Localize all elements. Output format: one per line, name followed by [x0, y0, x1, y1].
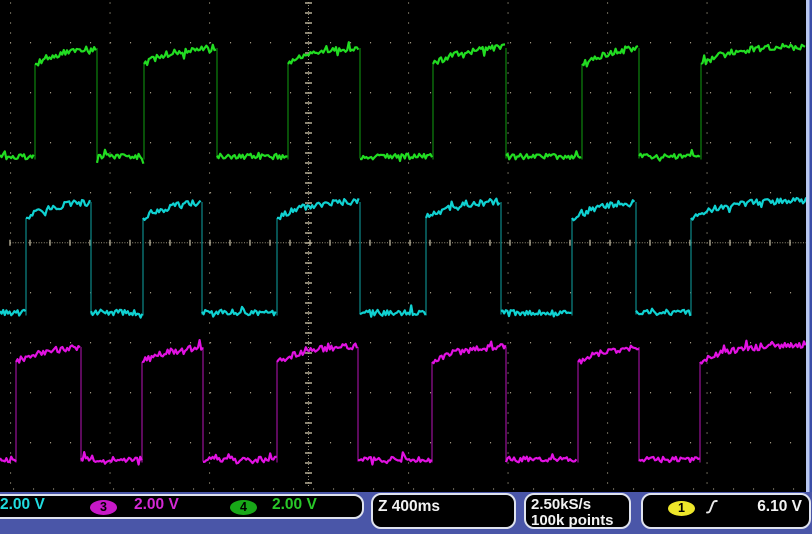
trace-ch3-magenta	[0, 339, 807, 466]
trace-edges-ch2-cyan	[25, 202, 692, 316]
trigger-level-readout: 6.10 V	[757, 498, 802, 515]
ch3-badge: 3	[90, 500, 117, 515]
ch3-scale-readout: 2.00 V	[134, 495, 179, 513]
rising-edge-trigger-icon	[706, 500, 718, 514]
waveform-display-area	[0, 2, 808, 490]
trace-ch4-green	[0, 41, 806, 165]
status-bar: 2.00 V 3 2.00 V 4 2.00 V Z 400ms 2.50kS/…	[0, 492, 812, 534]
sample-rate-readout: 2.50kS/s	[531, 496, 592, 513]
ch2-scale-readout: 2.00 V	[0, 495, 45, 513]
zoom-timebase-readout: Z 400ms	[378, 498, 441, 515]
trace-edges-ch3-magenta	[15, 347, 701, 463]
trigger-source-badge: 1	[668, 500, 695, 516]
record-length-readout: 100k points	[531, 511, 614, 529]
trace-edges-ch4-green	[34, 48, 702, 160]
ch4-scale-readout: 2.00 V	[272, 495, 317, 513]
graticule-dots	[10, 2, 808, 490]
right-edge-stripe	[806, 0, 812, 492]
oscilloscope-screen: 2.00 V 3 2.00 V 4 2.00 V Z 400ms 2.50kS/…	[0, 0, 812, 534]
trace-ch2-cyan	[0, 196, 808, 319]
ch4-badge: 4	[230, 500, 257, 515]
